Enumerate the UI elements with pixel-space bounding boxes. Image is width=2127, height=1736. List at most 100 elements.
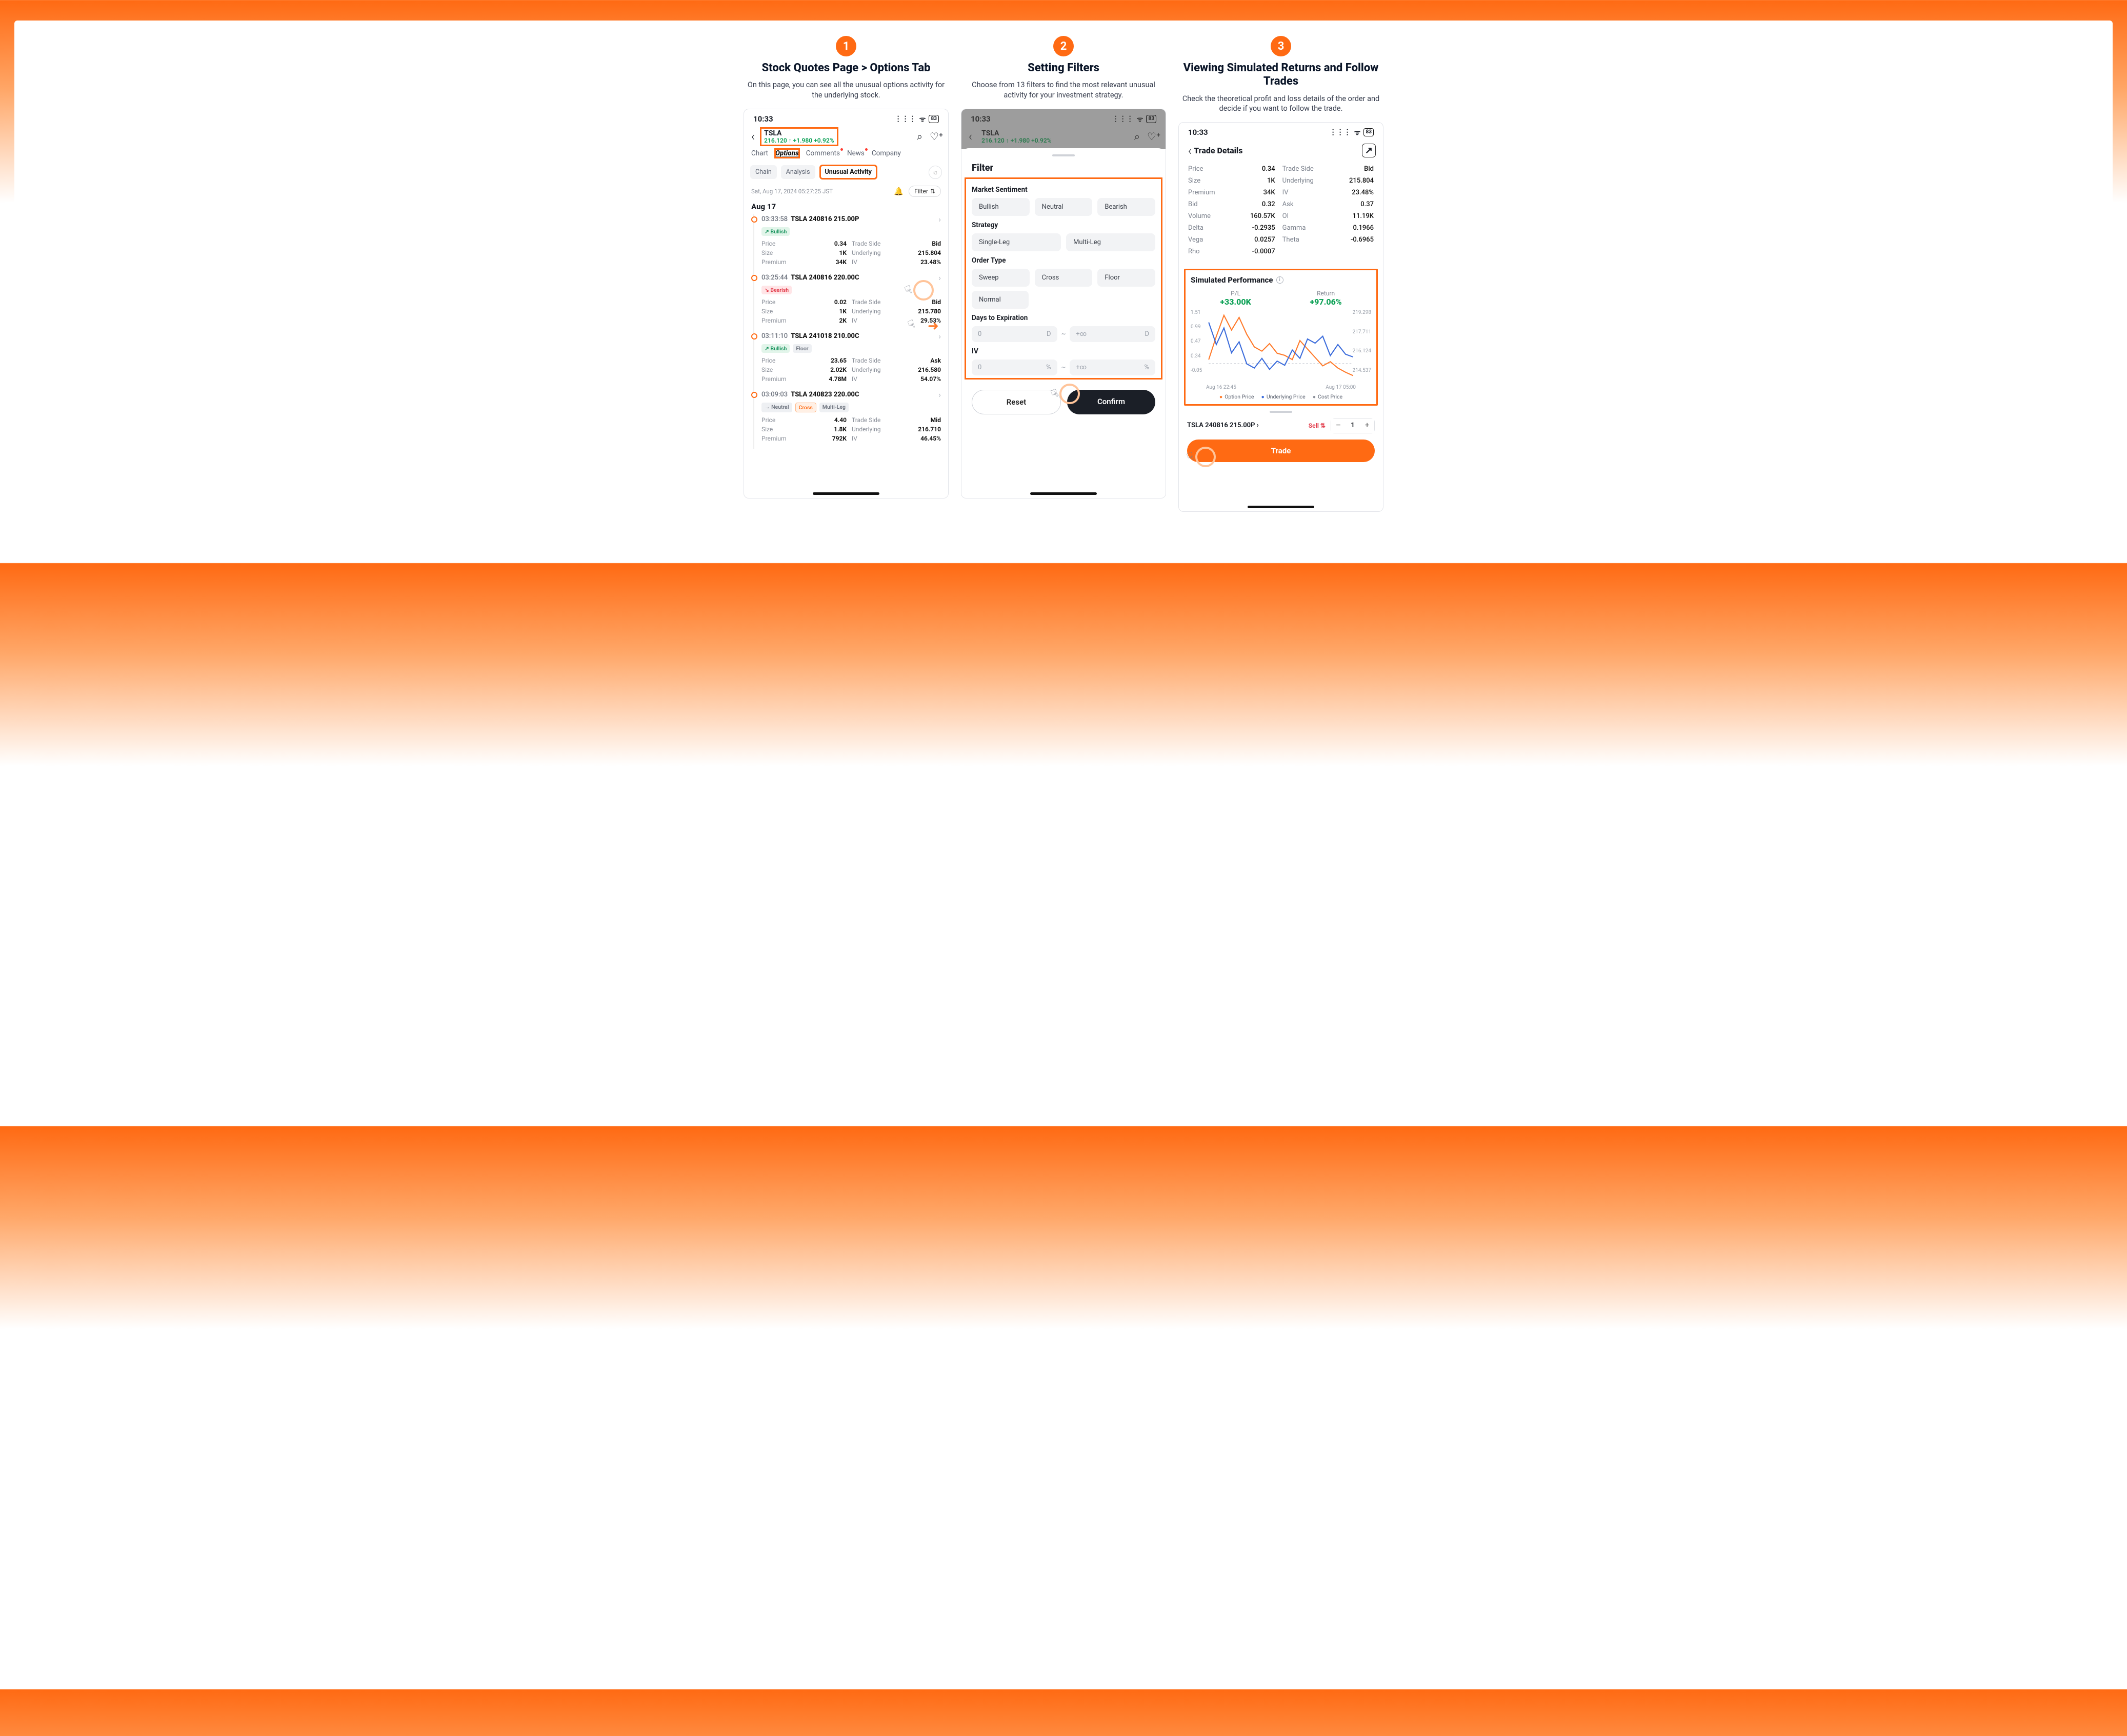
battery-icon: 83 — [1146, 115, 1156, 123]
tab-company[interactable]: Company — [872, 149, 901, 157]
qty-plus-button[interactable]: + — [1360, 418, 1374, 433]
performance-chart: 1.510.990.470.34-0.05 219.298217.711216.… — [1191, 310, 1371, 382]
legend-cost-price: Cost Price — [1313, 393, 1342, 400]
subtab-unusual-activity[interactable]: Unusual Activity — [819, 165, 877, 179]
status-bar: 10:33 ⋮⋮⋮ ᯤ 83 — [1179, 123, 1383, 139]
info-icon[interactable]: i — [1276, 276, 1283, 284]
share-icon[interactable]: ↗ — [1362, 144, 1376, 157]
sheet-drag-handle[interactable] — [1052, 154, 1075, 156]
filter-opt-bullish[interactable]: Bullish — [972, 198, 1030, 216]
home-indicator — [1030, 492, 1097, 495]
tab-comments[interactable]: Comments — [806, 149, 840, 157]
trade-details-title: Trade Details — [1194, 146, 1242, 155]
confirm-button[interactable]: Confirm — [1067, 390, 1155, 414]
filter-opt-floor[interactable]: Floor — [1097, 269, 1155, 287]
qty-minus-button[interactable]: − — [1331, 418, 1346, 433]
reset-button[interactable]: Reset — [972, 390, 1061, 414]
iv-max-input[interactable]: +∞% — [1070, 360, 1155, 375]
heart-add-icon[interactable]: ♡⁺ — [930, 130, 943, 143]
battery-icon: 83 — [1363, 128, 1374, 136]
trade-contract-name[interactable]: TSLA 240816 215.00P › — [1187, 422, 1259, 429]
status-time: 10:33 — [753, 114, 773, 124]
step-title-3: Viewing Simulated Returns and Follow Tra… — [1178, 62, 1383, 89]
stock-header: ‹ TSLA 216.120 ↑ +1.980 +0.92% ⌕ ♡⁺ — [744, 126, 948, 150]
status-icons: ⋮⋮⋮ ᯤ 83 — [895, 114, 939, 124]
filter-button[interactable]: Filter ⇅ — [909, 186, 941, 197]
chevron-right-icon: › — [938, 273, 941, 283]
activity-item[interactable]: 03:25:44 TSLA 240816 220.00C › ↘ Bearish… — [753, 273, 941, 331]
heart-add-icon[interactable]: ♡⁺ — [1147, 130, 1160, 143]
step-title-2: Setting Filters — [961, 62, 1166, 75]
filter-label-strategy: Strategy — [972, 221, 1155, 229]
iv-min-input[interactable]: 0% — [972, 360, 1057, 375]
lightbulb-icon[interactable]: ☼ — [929, 166, 942, 179]
step-title-1: Stock Quotes Page > Options Tab — [744, 62, 949, 75]
cellular-icon: ⋮⋮⋮ — [895, 115, 916, 123]
option-price-line — [1209, 315, 1353, 376]
filter-opt-normal[interactable]: Normal — [972, 291, 1029, 309]
filter-opt-cross[interactable]: Cross — [1035, 269, 1093, 287]
sim-perf-title: Simulated Performance — [1191, 275, 1273, 285]
step-desc-2: Choose from 13 filters to find the most … — [961, 80, 1166, 100]
chevron-right-icon: › — [938, 214, 941, 224]
filter-opt-single-leg[interactable]: Single-Leg — [972, 233, 1061, 251]
chevron-right-icon: › — [938, 390, 941, 400]
step-badge-2: 2 — [1053, 36, 1074, 56]
chart-y-left-axis: 1.510.990.470.34-0.05 — [1191, 310, 1202, 373]
page-tabs: Chart Options Comments News Company — [744, 149, 948, 162]
activity-time: 03:33:58 — [761, 215, 788, 223]
activity-item[interactable]: 03:33:58 TSLA 240816 215.00P › ↗ Bullish… — [753, 214, 941, 273]
dte-max-input[interactable]: +∞D — [1070, 326, 1155, 342]
simulated-performance-panel: Simulated Performance i P/L +33.00K Retu… — [1184, 269, 1378, 406]
date-heading: Aug 17 — [744, 200, 948, 214]
qty-value: 1 — [1346, 422, 1360, 429]
tab-news[interactable]: News — [847, 149, 865, 157]
back-chevron-icon[interactable]: ‹ — [1186, 144, 1194, 158]
filter-sheet: Filter Market Sentiment Bullish Neutral … — [961, 148, 1166, 427]
home-indicator — [1248, 506, 1314, 508]
filter-opt-neutral[interactable]: Neutral — [1035, 198, 1093, 216]
filter-opt-bearish[interactable]: Bearish — [1097, 198, 1155, 216]
activity-item[interactable]: 03:11:10 TSLA 241018 210.00C › ↗ Bullish… — [753, 331, 941, 390]
ticker-symbol: TSLA — [764, 129, 834, 137]
chip-floor: Floor — [793, 344, 811, 353]
list-timestamp: Sat, Aug 17, 2024 05:27:25 JST — [751, 188, 833, 195]
step-badge-3: 3 — [1271, 36, 1291, 56]
subtab-analysis[interactable]: Analysis — [781, 165, 815, 179]
filter-label-dte: Days to Expiration — [972, 314, 1155, 322]
chip-neutral: → Neutral — [761, 403, 792, 412]
filter-label-order-type: Order Type — [972, 256, 1155, 265]
bell-alert-icon[interactable]: 🔔 — [894, 187, 904, 196]
status-bar: 10:33 ⋮⋮⋮ ᯤ 83 — [744, 109, 948, 126]
sheet-drag-handle[interactable] — [1270, 411, 1292, 413]
subtab-chain[interactable]: Chain — [750, 165, 777, 179]
filter-opt-multi-leg[interactable]: Multi-Leg — [1066, 233, 1155, 251]
chip-bearish: ↘ Bearish — [761, 286, 792, 294]
search-icon[interactable]: ⌕ — [1134, 130, 1140, 143]
search-icon[interactable]: ⌕ — [917, 130, 922, 143]
quantity-stepper: − 1 + — [1331, 418, 1375, 433]
tab-chart[interactable]: Chart — [751, 149, 768, 157]
filter-opt-sweep[interactable]: Sweep — [972, 269, 1030, 287]
trade-button[interactable]: Trade — [1187, 440, 1375, 462]
wifi-icon: ᯤ — [1354, 128, 1361, 137]
ticker-info[interactable]: TSLA 216.120 ↑ +1.980 +0.92% — [761, 128, 837, 146]
trade-side-toggle[interactable]: Sell ⇅ — [1309, 422, 1326, 429]
chip-bullish: ↗ Bullish — [761, 344, 790, 353]
stock-header-dimmed: ‹ TSLA 216.120 ↑ +1.980 +0.92% ⌕ ♡⁺ — [961, 126, 1166, 150]
dte-min-input[interactable]: 0D — [972, 326, 1057, 342]
trade-details-header: ‹ Trade Details ↗ — [1179, 139, 1383, 162]
phone-filter-sheet: 10:33 ⋮⋮⋮ ᯤ 83 ‹ TSLA 216.120 ↑ +1.980 +… — [961, 109, 1166, 498]
back-chevron-icon[interactable]: ‹ — [967, 129, 974, 144]
back-chevron-icon[interactable]: ‹ — [749, 129, 757, 144]
activity-item[interactable]: 03:09:03 TSLA 240823 220.00C › → Neutral… — [753, 390, 941, 449]
filter-label-sentiment: Market Sentiment — [972, 186, 1155, 194]
step-desc-3: Check the theoretical profit and loss de… — [1178, 94, 1383, 114]
activity-contract: TSLA 240816 215.00P — [791, 215, 859, 223]
tab-options[interactable]: Options — [775, 149, 799, 157]
ticker-price-line: 216.120 ↑ +1.980 +0.92% — [764, 137, 834, 145]
cellular-icon: ⋮⋮⋮ — [1112, 115, 1134, 123]
wifi-icon: ᯤ — [1137, 114, 1143, 124]
header-actions: ⌕ ♡⁺ — [917, 130, 943, 143]
phone-trade-details: 10:33 ⋮⋮⋮ ᯤ 83 ‹ Trade Details ↗ Price0.… — [1178, 122, 1383, 512]
